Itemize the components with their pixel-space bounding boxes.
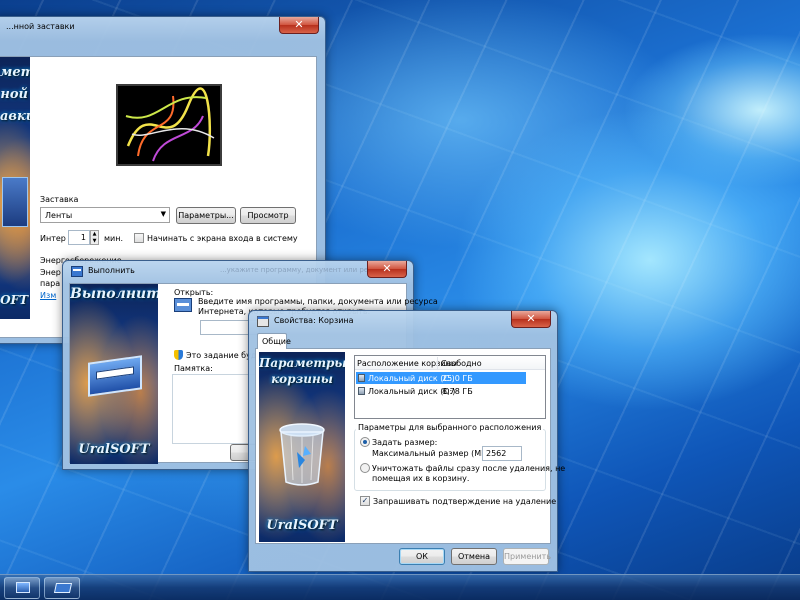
interval-spinner[interactable]: ▲ ▼ xyxy=(90,230,99,245)
run-prompt-line: Введите имя программы, папки, документа … xyxy=(198,297,438,306)
recycle-tab-page: Параметры корзины UralSOFT Расположение … xyxy=(255,348,565,544)
chevron-down-icon: ▼ xyxy=(160,210,166,218)
column-divider xyxy=(437,357,438,369)
screensaver-titlebar[interactable]: ...нной заставки ✕ xyxy=(0,17,319,39)
list-item[interactable]: Локальный диск (D:) 8,78 ГБ xyxy=(356,385,526,397)
recycle-titlebar[interactable]: Свойства: Корзина ✕ xyxy=(256,311,551,333)
logon-checkbox[interactable] xyxy=(134,233,144,243)
run-title-tail: ...укажите программу, документ или ресур… xyxy=(220,266,385,274)
screensaver-select-value: Ленты xyxy=(45,211,73,220)
delete-immediately-label: помещая их в корзину. xyxy=(372,474,470,483)
close-button[interactable]: ✕ xyxy=(367,261,407,278)
taskbar-item-run[interactable] xyxy=(44,577,80,599)
cancel-button[interactable]: Отмена xyxy=(451,548,497,565)
monitor-icon xyxy=(16,582,30,593)
drive-icon xyxy=(358,387,365,395)
tab-general-label: Общие xyxy=(262,337,291,346)
banner-line: метры xyxy=(0,65,30,80)
open-label: Открыть: xyxy=(174,288,214,297)
banner-line: ной xyxy=(0,87,28,102)
close-button[interactable]: ✕ xyxy=(511,311,551,328)
max-size-value: 2562 xyxy=(486,449,507,458)
interval-input[interactable]: 1 xyxy=(68,230,90,245)
list-header: Расположение корзины Свободно xyxy=(355,356,545,370)
max-size-input[interactable]: 2562 xyxy=(482,446,522,461)
power-text: Энер xyxy=(40,268,61,277)
drive-free: 25,0 ГБ xyxy=(442,374,473,383)
run-banner-title: Выполнить xyxy=(70,286,158,302)
taskbar-item-screensaver[interactable] xyxy=(4,577,40,599)
interval-value: 1 xyxy=(80,233,86,242)
screensaver-parameters-button[interactable]: Параметры... xyxy=(176,207,236,224)
shield-icon xyxy=(174,350,183,360)
interval-label: Интер xyxy=(40,234,66,243)
max-size-label: Максимальный размер (МБ): xyxy=(372,449,493,458)
confirm-delete-label: Запрашивать подтверждение на удаление xyxy=(373,497,557,506)
recycle-bin-properties-window: Свойства: Корзина ✕ Общие Параметры корз… xyxy=(248,310,565,572)
power-settings-link[interactable]: Изм xyxy=(40,291,56,300)
ok-button[interactable]: ОК xyxy=(399,548,445,565)
run-titlebar[interactable]: Выполнить ...укажите программу, документ… xyxy=(70,261,407,283)
memo-label: Памятка: xyxy=(174,364,213,373)
drive-free: 8,78 ГБ xyxy=(442,387,473,396)
run-banner-footer: UralSOFT xyxy=(78,442,150,457)
recycle-window-title: Свойства: Корзина xyxy=(274,316,354,325)
recycle-banner: Параметры корзины UralSOFT xyxy=(259,352,345,542)
confirm-delete-checkbox[interactable]: ✓ xyxy=(360,496,370,506)
screensaver-preview xyxy=(116,84,222,166)
run-window-art xyxy=(88,355,142,397)
recycle-bin-art xyxy=(279,423,325,486)
run-icon xyxy=(53,583,73,593)
ribbons-preview-art xyxy=(118,86,220,164)
list-item[interactable]: Локальный диск (C:) 25,0 ГБ xyxy=(356,372,526,384)
taskbar xyxy=(0,574,800,600)
run-prompt-icon xyxy=(174,298,192,312)
recycle-banner-line: Параметры xyxy=(259,356,345,370)
run-window-icon xyxy=(71,266,83,277)
selected-location-group-label: Параметры для выбранного расположения xyxy=(356,423,544,432)
column-header-free[interactable]: Свободно xyxy=(441,359,482,368)
screensaver-group-label: Заставка xyxy=(40,195,79,204)
recycle-location-list[interactable]: Расположение корзины Свободно Локальный … xyxy=(354,355,546,419)
memo-box[interactable] xyxy=(172,374,260,444)
recycle-banner-footer: UralSOFT xyxy=(266,518,338,533)
monitor-art xyxy=(2,177,28,227)
close-button[interactable]: ✕ xyxy=(279,17,319,34)
screensaver-window-title: ...нной заставки xyxy=(6,22,75,31)
logon-checkbox-label: Начинать с экрана входа в систему xyxy=(147,234,298,243)
delete-immediately-label: Уничтожать файлы сразу после удаления, н… xyxy=(372,464,566,473)
minutes-label: мин. xyxy=(104,234,124,243)
recycle-banner-line: корзины xyxy=(271,372,333,386)
run-window-title: Выполнить xyxy=(88,266,135,275)
screensaver-select[interactable]: Ленты ▼ xyxy=(40,207,170,223)
power-text: пара xyxy=(40,279,61,288)
delete-immediately-radio[interactable] xyxy=(360,463,370,473)
tab-general[interactable]: Общие xyxy=(257,333,291,349)
run-banner: Выполнить UralSOFT xyxy=(70,284,158,464)
banner-line: авки xyxy=(0,109,30,124)
screensaver-banner: метры ной авки OFT xyxy=(0,57,30,319)
screensaver-preview-button[interactable]: Просмотр xyxy=(240,207,296,224)
custom-size-radio[interactable] xyxy=(360,437,370,447)
drive-icon xyxy=(358,374,365,382)
recycle-window-icon xyxy=(257,316,269,327)
banner-line: OFT xyxy=(0,293,28,307)
apply-button[interactable]: Применить xyxy=(503,548,551,565)
custom-size-radio-label: Задать размер: xyxy=(372,438,438,447)
